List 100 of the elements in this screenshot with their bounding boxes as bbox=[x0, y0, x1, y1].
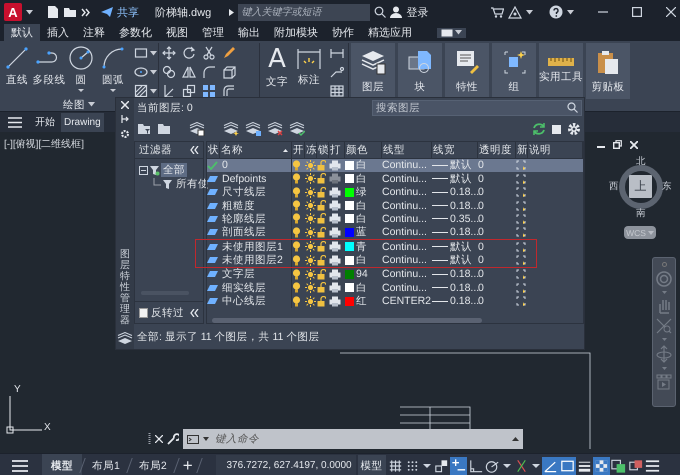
fillet-icon[interactable] bbox=[202, 65, 216, 79]
copy-icon[interactable] bbox=[162, 65, 176, 79]
lock-icon[interactable] bbox=[317, 186, 326, 198]
lock-icon[interactable] bbox=[317, 226, 326, 238]
command-bar[interactable]: 键入命令 bbox=[183, 429, 523, 449]
color-swatch[interactable] bbox=[345, 242, 354, 252]
color-swatch[interactable] bbox=[345, 270, 354, 279]
measure-tools-button[interactable]: 实用工具 bbox=[539, 43, 583, 99]
table-icon[interactable] bbox=[330, 84, 344, 98]
mirror-icon[interactable] bbox=[182, 65, 196, 79]
caret-icon[interactable] bbox=[567, 10, 574, 14]
group-button[interactable]: 组 bbox=[492, 43, 536, 99]
compass-label[interactable]: 西 bbox=[609, 181, 619, 192]
viewport-freeze-icon[interactable] bbox=[516, 282, 526, 293]
search-icon[interactable] bbox=[374, 6, 386, 18]
double-chevron-icon[interactable] bbox=[81, 8, 90, 16]
layer-row[interactable]: 尺寸线层 绿 Continu... 0.18...0 bbox=[207, 185, 583, 199]
cart-icon[interactable] bbox=[491, 6, 504, 18]
triangle-network-icon[interactable] bbox=[508, 6, 522, 18]
share-button[interactable]: 共享 bbox=[100, 4, 139, 20]
view-controls-label[interactable]: [-][俯视][二维线框] bbox=[4, 137, 84, 151]
printer-icon[interactable] bbox=[329, 213, 341, 224]
lock-icon[interactable] bbox=[317, 213, 326, 224]
caret-icon[interactable] bbox=[150, 50, 157, 56]
light-bulb-icon[interactable] bbox=[292, 226, 301, 238]
light-bulb-icon[interactable] bbox=[292, 296, 301, 307]
caret-icon[interactable] bbox=[526, 10, 533, 14]
viewport-freeze-icon[interactable] bbox=[516, 214, 526, 224]
linear-dimension-icon[interactable] bbox=[330, 46, 344, 60]
printer-icon[interactable] bbox=[329, 200, 341, 212]
ribbon-tab[interactable]: 管理 bbox=[195, 24, 231, 41]
printer-icon[interactable] bbox=[329, 282, 341, 294]
color-swatch[interactable] bbox=[345, 160, 354, 170]
layer-row[interactable]: Defpoints 白 Continu... 默认 0 bbox=[207, 172, 583, 186]
layer-stack-icon[interactable] bbox=[117, 332, 133, 346]
double-chevron-icon[interactable] bbox=[190, 308, 199, 317]
help-icon[interactable] bbox=[549, 5, 563, 19]
viewport-freeze-icon[interactable] bbox=[516, 160, 526, 170]
rotate-icon[interactable] bbox=[182, 46, 196, 60]
printer-icon[interactable] bbox=[329, 186, 341, 198]
viewport-freeze-icon[interactable] bbox=[516, 227, 526, 238]
set-current-icon[interactable] bbox=[289, 122, 305, 136]
caret-icon[interactable] bbox=[88, 102, 95, 107]
caret-icon[interactable] bbox=[78, 89, 84, 92]
color-swatch[interactable] bbox=[345, 174, 354, 184]
array-icon[interactable] bbox=[202, 84, 216, 98]
viewport-freeze-icon[interactable] bbox=[516, 200, 526, 211]
wrench-icon[interactable] bbox=[167, 433, 179, 445]
search-field[interactable]: 键入关键字或短语 bbox=[238, 4, 370, 20]
caret-icon[interactable] bbox=[150, 88, 157, 94]
sun-icon[interactable] bbox=[305, 254, 316, 266]
layout-tab[interactable]: 布局2 bbox=[130, 454, 176, 475]
caret-icon[interactable] bbox=[150, 70, 157, 74]
checkerboard-icon[interactable] bbox=[592, 456, 610, 474]
polyline-button[interactable]: 多段线 bbox=[35, 43, 63, 98]
viewport-freeze-icon[interactable] bbox=[516, 187, 526, 198]
layer-row[interactable]: 中心线层 红 CENTER2 0.18...0 bbox=[207, 294, 583, 308]
add-layout-button[interactable]: + bbox=[176, 456, 199, 475]
layer-row[interactable]: 未使用图层1 青 Continu... 默认 0 bbox=[207, 240, 536, 254]
folder-icon[interactable] bbox=[63, 6, 77, 18]
collapse-toggle-icon[interactable] bbox=[139, 166, 148, 175]
app-logo-button[interactable]: A bbox=[4, 3, 22, 21]
layer-row[interactable]: 文字层 94 Continu... 0.18...0 bbox=[207, 268, 583, 282]
arc-button[interactable]: 圆弧 bbox=[99, 43, 127, 98]
caret-icon[interactable] bbox=[110, 89, 116, 92]
command-field[interactable]: 键入命令 bbox=[213, 432, 508, 446]
light-bulb-icon[interactable] bbox=[292, 173, 301, 184]
light-bulb-icon[interactable] bbox=[292, 160, 301, 171]
panel-toggle-icon[interactable] bbox=[441, 28, 453, 36]
user-icon[interactable] bbox=[390, 6, 402, 18]
ribbon-tab[interactable]: 输出 bbox=[231, 24, 267, 41]
compass-label[interactable]: 东 bbox=[662, 181, 672, 192]
printer-icon[interactable] bbox=[329, 241, 341, 252]
hatch-icon[interactable] bbox=[134, 84, 148, 98]
tree-item[interactable]: 全部 bbox=[161, 163, 187, 178]
color-swatch[interactable] bbox=[345, 201, 354, 210]
sun-icon[interactable] bbox=[305, 173, 316, 184]
printer-icon[interactable] bbox=[329, 226, 341, 238]
sun-icon[interactable] bbox=[305, 282, 316, 294]
rectangle-icon[interactable] bbox=[134, 46, 148, 60]
layer-row[interactable]: 细实线层 白 Continu... 0.18...0 bbox=[207, 281, 583, 295]
offset-icon[interactable] bbox=[222, 84, 236, 98]
scale-icon[interactable] bbox=[182, 84, 196, 98]
layer-row[interactable]: 粗糙度 白 Continu... 0.18...0 bbox=[207, 198, 583, 212]
layer-row[interactable]: 未使用图层2 白 Continu... 默认 0 bbox=[207, 253, 536, 267]
color-swatch[interactable] bbox=[345, 228, 354, 237]
layout-tab[interactable]: 模型 bbox=[42, 454, 82, 475]
lock-icon[interactable] bbox=[317, 173, 326, 184]
layers-button[interactable]: 图层 bbox=[351, 43, 395, 99]
sign-in-button[interactable]: 登录 bbox=[406, 4, 428, 20]
search-field[interactable]: 搜索图层 bbox=[376, 102, 567, 114]
viewport-freeze-icon[interactable] bbox=[516, 269, 526, 280]
ribbon-tab[interactable]: 协作 bbox=[325, 24, 361, 41]
checkbox-label[interactable]: 反转过 bbox=[151, 306, 184, 320]
lock-icon[interactable] bbox=[317, 268, 326, 280]
grip-icon[interactable] bbox=[148, 433, 151, 445]
text-button[interactable]: A 文字 bbox=[263, 43, 291, 98]
ribbon-tab[interactable]: 视图 bbox=[159, 24, 195, 41]
folder-icon[interactable] bbox=[157, 123, 171, 136]
panel-label[interactable]: 绘图 bbox=[63, 98, 95, 111]
